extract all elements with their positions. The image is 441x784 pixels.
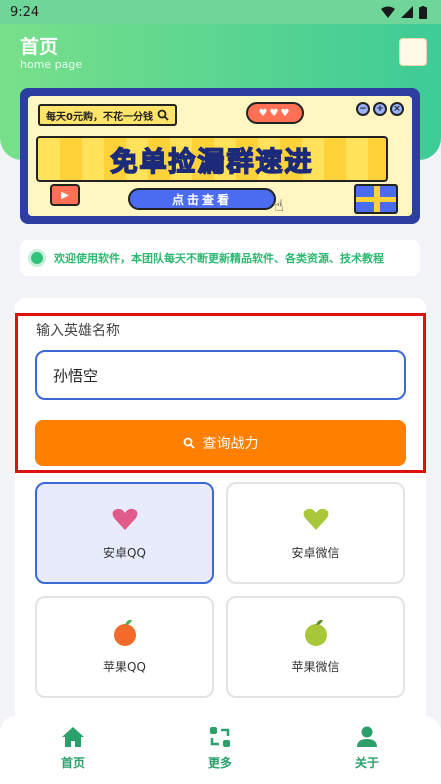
platform-label: 安卓QQ (103, 545, 146, 560)
play-icon: ▶ (50, 184, 80, 206)
banner-tag-text: 每天0元购，不花一分钱 (46, 111, 153, 123)
platform-android-qq[interactable]: 安卓QQ (35, 482, 214, 584)
platform-label: 苹果QQ (103, 659, 146, 674)
hand-cursor-icon: ☝ (274, 196, 284, 215)
heart-icon (111, 506, 139, 532)
notice-bar: 欢迎使用软件，本团队每天不断更新精品软件、各类资源、技术教程 (20, 240, 420, 276)
tab-about-label: 关于 (354, 756, 379, 770)
user-icon (357, 726, 377, 747)
platform-label: 安卓微信 (291, 545, 340, 560)
status-time: 9:24 (10, 4, 40, 20)
heart-icon (302, 506, 330, 532)
banner-tag: 每天0元购，不花一分钱 (38, 104, 177, 126)
search-icon (157, 109, 169, 121)
search-label: 输入英雄名称 (36, 323, 120, 339)
search-icon (183, 437, 195, 449)
tab-more[interactable]: 更多 (180, 726, 260, 771)
promo-banner[interactable]: 每天0元购，不花一分钱 ♥♥♥ − + × 免单捡漏群速进 ▶ 点击查看 ☝ (20, 88, 420, 224)
tab-more-label: 更多 (207, 756, 232, 770)
swap-icon (210, 727, 230, 747)
page-title: 首页 (20, 36, 59, 58)
banner-heading: 免单捡漏群速进 (110, 146, 314, 179)
tab-home-label: 首页 (60, 756, 85, 770)
battery-icon (419, 5, 427, 19)
tab-home[interactable]: 首页 (33, 726, 113, 771)
platform-label: 苹果微信 (291, 659, 340, 674)
apple-icon (302, 619, 330, 646)
bottom-tab-bar: 首页 更多 关于 (0, 716, 441, 784)
gift-icon (354, 184, 398, 214)
query-power-button[interactable]: 查询战力 (35, 420, 406, 466)
notice-dot-icon (28, 249, 46, 267)
banner-heading-strip: 免单捡漏群速进 (36, 136, 388, 182)
hero-name-input[interactable] (35, 350, 406, 400)
wifi-icon (381, 6, 395, 18)
platform-ios-qq[interactable]: 苹果QQ (35, 596, 214, 698)
notice-text: 欢迎使用软件，本团队每天不断更新精品软件、各类资源、技术教程 (54, 252, 384, 265)
apple-icon (111, 619, 139, 646)
app-logo[interactable] (399, 38, 427, 66)
page-subtitle: home page (20, 58, 83, 71)
status-bar: 9:24 (0, 0, 441, 24)
hearts-bubble-icon: ♥♥♥ (246, 102, 304, 124)
banner-cta-button[interactable]: 点击查看 (128, 188, 276, 210)
window-buttons-icon: − + × (356, 102, 404, 116)
platform-android-wechat[interactable]: 安卓微信 (226, 482, 405, 584)
platform-ios-wechat[interactable]: 苹果微信 (226, 596, 405, 698)
query-button-label: 查询战力 (202, 436, 259, 452)
home-icon (62, 727, 84, 747)
signal-icon (401, 6, 413, 18)
tab-about[interactable]: 关于 (327, 726, 407, 771)
